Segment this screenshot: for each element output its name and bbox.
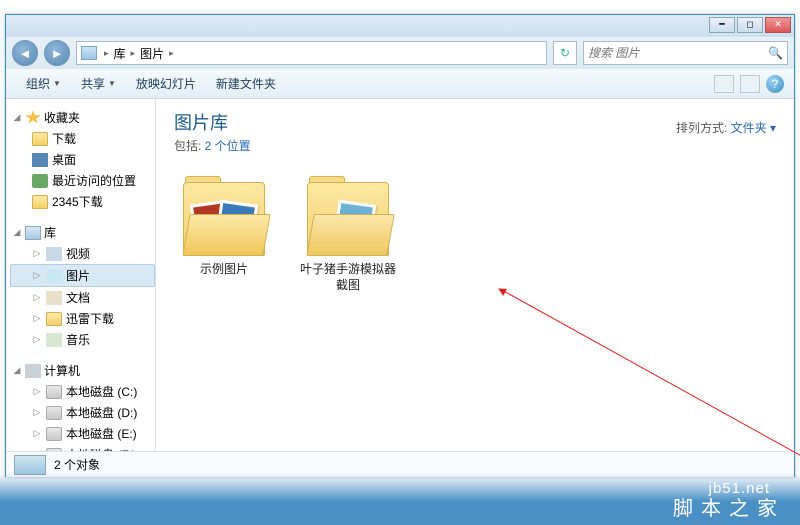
status-icon xyxy=(14,455,46,475)
drive-icon xyxy=(46,385,62,399)
sidebar-item-xunlei[interactable]: ▷迅雷下载 xyxy=(10,308,155,329)
music-icon xyxy=(46,333,62,347)
pictures-icon xyxy=(46,269,62,283)
maximize-button[interactable]: ◻ xyxy=(737,17,763,33)
forward-button[interactable]: ► xyxy=(44,40,70,66)
drive-icon xyxy=(46,448,62,452)
slideshow-button[interactable]: 放映幻灯片 xyxy=(126,71,206,96)
navigation-pane[interactable]: ◢收藏夹 下载 桌面 最近访问的位置 2345下载 ◢库 ▷视频 ▷图片 ▷文档… xyxy=(6,99,156,451)
view-options-button[interactable] xyxy=(714,75,734,93)
sidebar-item-documents[interactable]: ▷文档 xyxy=(10,287,155,308)
watermark: jb51.net 脚本之家 xyxy=(0,473,800,525)
computer-icon xyxy=(25,364,41,378)
drive-icon xyxy=(46,406,62,420)
organize-menu[interactable]: 组织▼ xyxy=(16,71,71,96)
annotation-arrow xyxy=(501,289,800,474)
documents-icon xyxy=(46,291,62,305)
address-bar[interactable]: ▸ 库 ▸ 图片 ▸ xyxy=(76,41,547,65)
sidebar-item-pictures[interactable]: ▷图片 xyxy=(10,264,155,287)
search-icon[interactable]: 🔍 xyxy=(768,46,783,60)
sidebar-item-music[interactable]: ▷音乐 xyxy=(10,329,155,350)
content-pane[interactable]: 图片库 包括: 2 个位置 排列方式: 文件夹 ▾ 示例图片 xyxy=(156,99,794,451)
sidebar-item-recent[interactable]: 最近访问的位置 xyxy=(10,170,155,191)
sidebar-item-drive-e[interactable]: ▷本地磁盘 (E:) xyxy=(10,423,155,444)
library-subtitle: 包括: 2 个位置 xyxy=(174,137,776,154)
breadcrumb-libraries[interactable]: 库 xyxy=(112,45,128,62)
libraries-icon xyxy=(25,226,41,240)
folder-icon xyxy=(32,195,48,209)
close-button[interactable]: ✕ xyxy=(765,17,791,33)
sidebar-item-drive-c[interactable]: ▷本地磁盘 (C:) xyxy=(10,381,155,402)
favorites-group[interactable]: ◢收藏夹 xyxy=(10,107,155,128)
sidebar-item-desktop[interactable]: 桌面 xyxy=(10,149,155,170)
drive-icon xyxy=(46,427,62,441)
star-icon xyxy=(25,111,41,125)
toolbar: 组织▼ 共享▼ 放映幻灯片 新建文件夹 ? xyxy=(6,69,794,99)
computer-group[interactable]: ◢计算机 xyxy=(10,360,155,381)
breadcrumb-pictures[interactable]: 图片 xyxy=(138,45,166,62)
search-input[interactable] xyxy=(588,46,768,60)
folder-yezizhu-screenshots[interactable]: 叶子猪手游模拟器截图 xyxy=(298,182,398,293)
help-icon[interactable]: ? xyxy=(766,75,784,93)
libraries-group[interactable]: ◢库 xyxy=(10,222,155,243)
search-box: 🔍 xyxy=(583,41,788,65)
folder-sample-pictures[interactable]: 示例图片 xyxy=(174,182,274,293)
sidebar-item-drive-f[interactable]: ▷本地磁盘 (F:) xyxy=(10,444,155,451)
titlebar[interactable]: ━ ◻ ✕ xyxy=(6,15,794,37)
preview-pane-button[interactable] xyxy=(740,75,760,93)
back-button[interactable]: ◄ xyxy=(12,40,38,66)
library-icon xyxy=(81,46,97,60)
arrange-by: 排列方式: 文件夹 ▾ xyxy=(676,119,776,136)
video-icon xyxy=(46,247,62,261)
sidebar-item-video[interactable]: ▷视频 xyxy=(10,243,155,264)
folder-icon xyxy=(46,312,62,326)
sidebar-item-drive-d[interactable]: ▷本地磁盘 (D:) xyxy=(10,402,155,423)
recent-icon xyxy=(32,174,48,188)
share-menu[interactable]: 共享▼ xyxy=(71,71,126,96)
minimize-button[interactable]: ━ xyxy=(709,17,735,33)
desktop-icon xyxy=(32,153,48,167)
explorer-window: ━ ◻ ✕ ◄ ► ▸ 库 ▸ 图片 ▸ ↻ 🔍 组织▼ 共享▼ 放映幻灯片 新… xyxy=(5,14,795,477)
folder-icon xyxy=(32,132,48,146)
folder-thumb-icon xyxy=(307,182,389,256)
refresh-button[interactable]: ↻ xyxy=(553,41,577,65)
arrange-value[interactable]: 文件夹 ▾ xyxy=(731,121,776,135)
sidebar-item-download[interactable]: 下载 xyxy=(10,128,155,149)
folder-thumb-icon xyxy=(183,182,265,256)
nav-bar: ◄ ► ▸ 库 ▸ 图片 ▸ ↻ 🔍 xyxy=(6,37,794,69)
sidebar-item-2345[interactable]: 2345下载 xyxy=(10,191,155,212)
status-text: 2 个对象 xyxy=(54,456,100,473)
locations-link[interactable]: 2 个位置 xyxy=(205,139,251,153)
newfolder-button[interactable]: 新建文件夹 xyxy=(206,71,286,96)
